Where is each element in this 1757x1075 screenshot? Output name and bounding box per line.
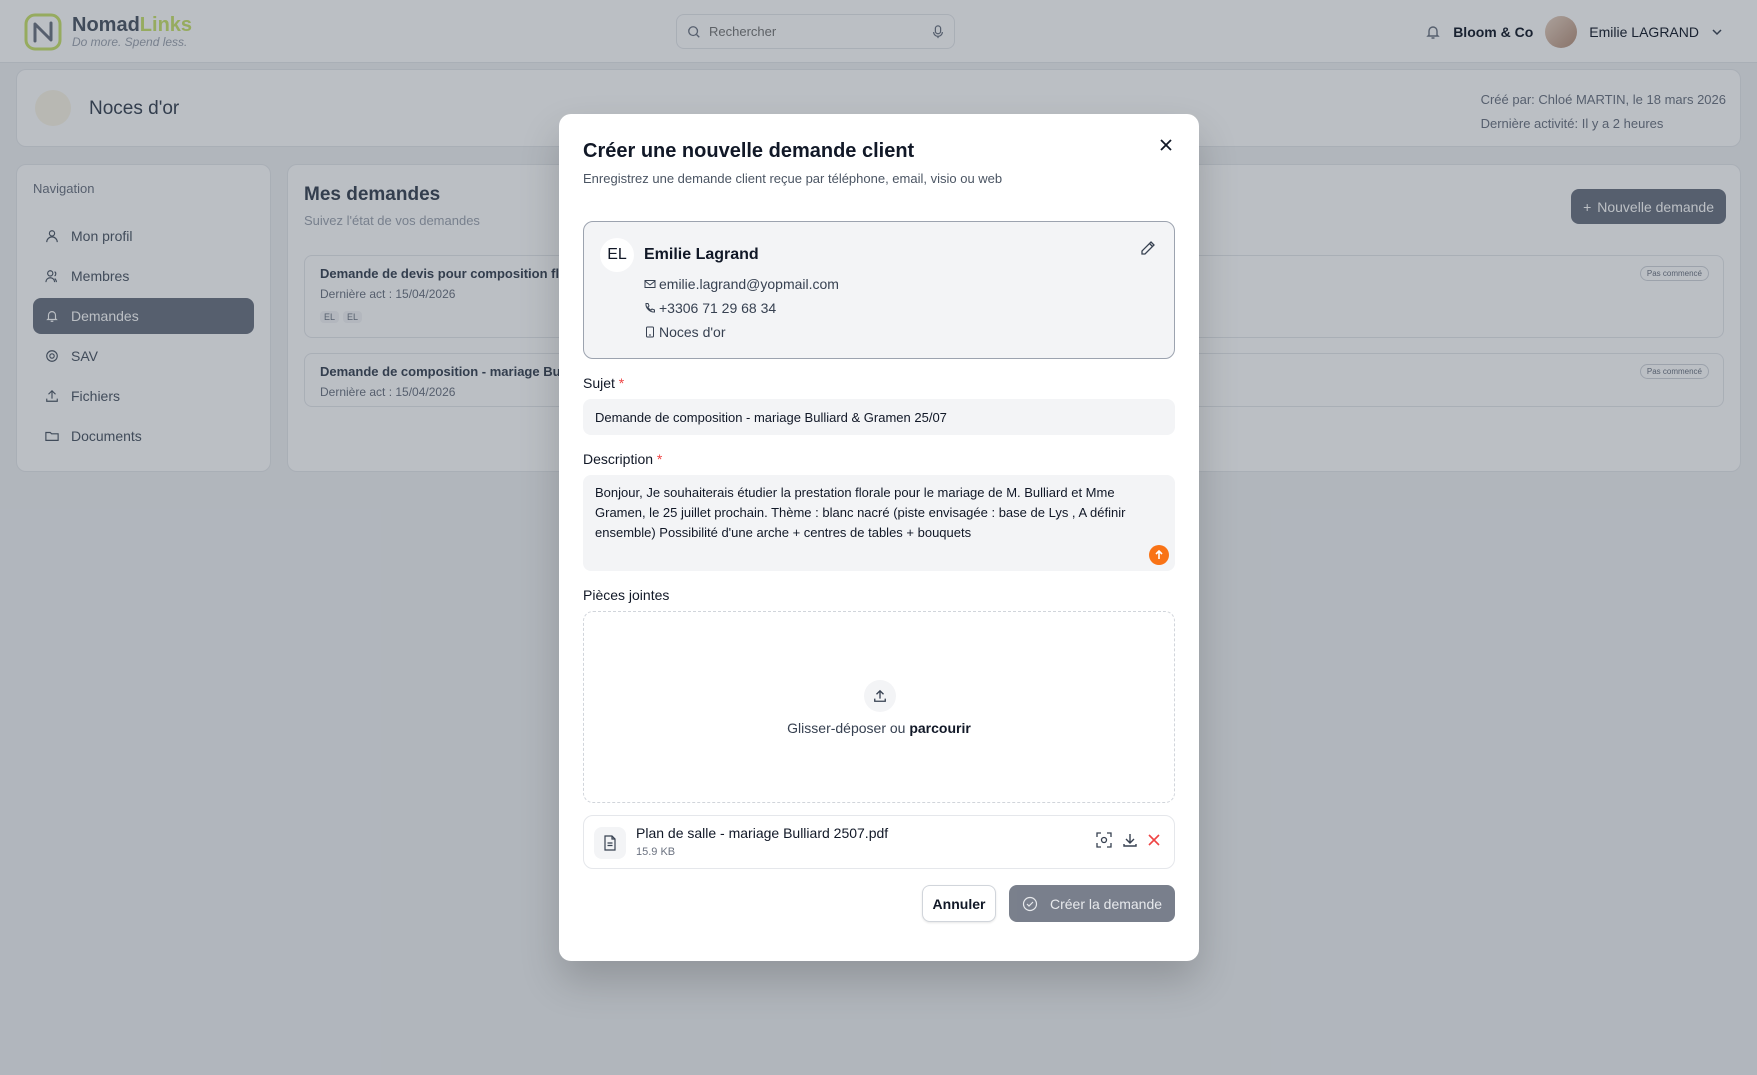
download-icon[interactable] <box>1122 832 1138 848</box>
client-name: Emilie Lagrand <box>644 246 759 263</box>
description-label: Description * <box>583 451 663 467</box>
close-icon <box>1160 139 1172 151</box>
phone-icon <box>645 303 655 313</box>
subject-label: Sujet * <box>583 375 625 391</box>
close-button[interactable] <box>1155 134 1177 156</box>
cancel-button[interactable]: Annuler <box>922 885 996 922</box>
create-request-modal: Créer une nouvelle demande client Enregi… <box>559 114 1199 961</box>
client-email: emilie.lagrand@yopmail.com <box>659 276 839 292</box>
client-project-row: Noces d'or <box>644 324 725 340</box>
client-phone-row: +3306 71 29 68 34 <box>644 300 776 316</box>
modal-subtitle: Enregistrez une demande client reçue par… <box>583 171 1003 186</box>
client-card: EL Emilie Lagrand emilie.lagrand@yopmail… <box>583 221 1175 359</box>
client-project: Noces d'or <box>659 324 726 340</box>
file-name: Plan de salle - mariage Bulliard 2507.pd… <box>636 825 889 841</box>
description-textarea[interactable]: Bonjour, Je souhaiterais étudier la pres… <box>583 475 1175 571</box>
subject-input[interactable]: Demande de composition - mariage Bulliar… <box>583 399 1175 435</box>
create-request-button[interactable]: Créer la demande <box>1009 885 1175 922</box>
ai-assist-button[interactable] <box>1149 545 1169 565</box>
building-icon <box>646 326 654 338</box>
upload-icon <box>864 680 896 712</box>
remove-icon[interactable] <box>1148 834 1160 846</box>
attached-file: Plan de salle - mariage Bulliard 2507.pd… <box>583 815 1175 869</box>
create-request-label: Créer la demande <box>1049 895 1163 912</box>
client-initials: EL <box>600 238 634 272</box>
attachments-label: Pièces jointes <box>583 587 670 603</box>
modal-title: Créer une nouvelle demande client <box>583 140 915 162</box>
client-email-row: emilie.lagrand@yopmail.com <box>644 276 839 292</box>
check-circle-icon <box>1022 896 1038 911</box>
pencil-icon[interactable] <box>1140 240 1156 256</box>
file-icon <box>594 827 626 859</box>
mail-icon <box>644 280 656 288</box>
dropzone-text: Glisser-déposer ou parcourir <box>787 720 971 736</box>
description-text: Bonjour, Je souhaiterais étudier la pres… <box>595 485 1126 540</box>
browse-link[interactable]: parcourir <box>909 720 970 736</box>
file-size: 15.9 KB <box>636 846 676 858</box>
client-phone: +3306 71 29 68 34 <box>659 300 777 316</box>
preview-icon[interactable] <box>1096 832 1112 848</box>
arrow-up-icon <box>1155 550 1163 559</box>
file-dropzone[interactable]: Glisser-déposer ou parcourir <box>583 611 1175 803</box>
